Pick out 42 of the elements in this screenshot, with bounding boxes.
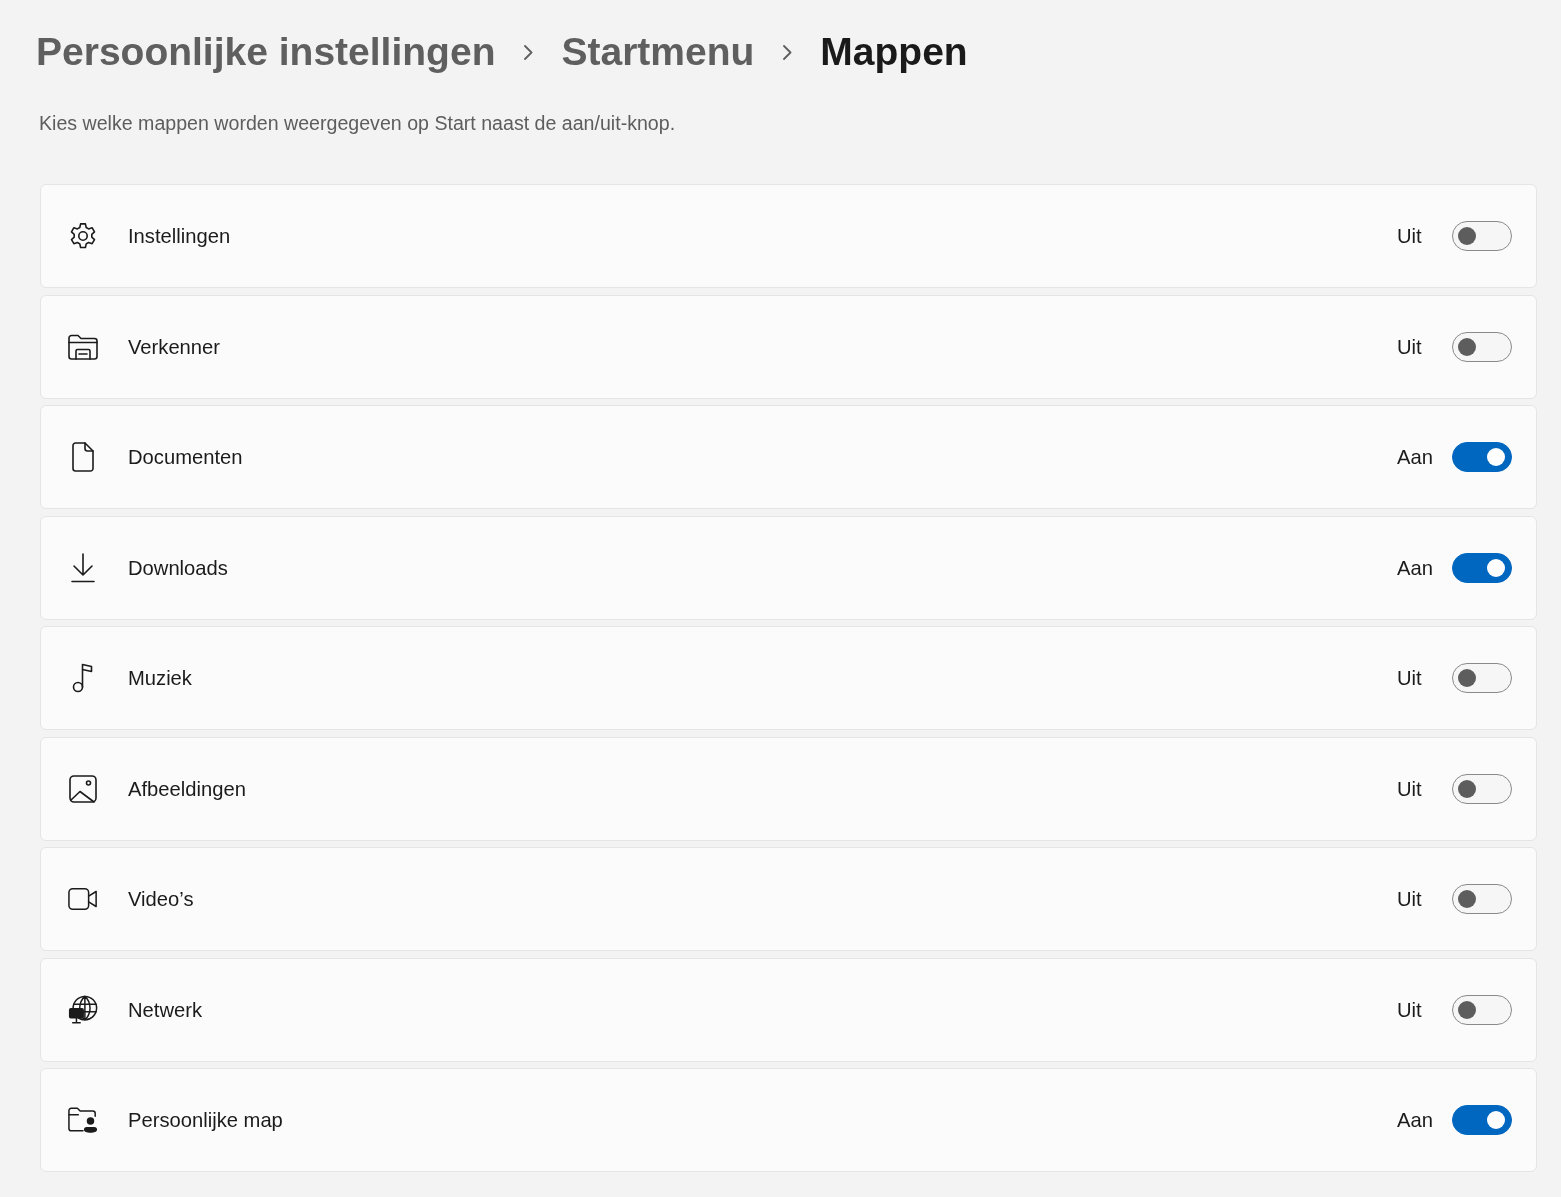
music-note-icon	[72, 663, 94, 693]
setting-label: Video’s	[128, 887, 195, 912]
toggle-state-label: Uit	[1397, 776, 1423, 802]
setting-label: Verkenner	[128, 334, 222, 360]
toggle-switch[interactable]	[1452, 442, 1512, 472]
document-icon	[72, 442, 94, 472]
toggle-state-label: Uit	[1397, 887, 1423, 912]
setting-label: Persoonlijke map	[128, 1108, 284, 1133]
toggle-switch[interactable]	[1452, 331, 1512, 362]
breadcrumb-link[interactable]: Startmenu	[561, 26, 755, 78]
setting-label: Afbeeldingen	[128, 776, 247, 802]
page-description: Kies welke mappen worden weergegeven op Start naast de aan/uit-knop.	[39, 111, 677, 136]
toggle-switch[interactable]	[1452, 663, 1512, 693]
setting-label: Instellingen	[128, 224, 232, 249]
settings-icon	[68, 221, 98, 251]
download-icon	[71, 552, 95, 583]
toggle-state-label: Uit	[1397, 666, 1423, 691]
toggle-switch[interactable]	[1452, 552, 1512, 583]
toggle-state-label: Uit	[1397, 997, 1423, 1023]
breadcrumb-link[interactable]: Persoonlijke instellingen	[36, 26, 496, 78]
video-camera-icon	[68, 887, 98, 911]
toggle-switch[interactable]	[1452, 221, 1512, 251]
setting-label: Netwerk	[128, 997, 204, 1023]
image-icon	[69, 774, 97, 803]
chevron-icon	[783, 44, 793, 60]
toggle-state-label: Aan	[1397, 555, 1434, 581]
toggle-state-label: Aan	[1397, 1108, 1434, 1133]
toggle-switch[interactable]	[1452, 1105, 1512, 1135]
toggle-switch[interactable]	[1452, 994, 1512, 1025]
folder-icon	[68, 333, 98, 360]
folder-person-icon	[68, 1106, 98, 1134]
toggle-state-label: Uit	[1397, 224, 1423, 249]
toggle-switch[interactable]	[1452, 884, 1512, 914]
toggle-state-label: Aan	[1397, 445, 1434, 470]
setting-label: Downloads	[128, 555, 229, 581]
globe-monitor-icon	[68, 994, 98, 1025]
toggle-switch[interactable]	[1452, 773, 1512, 804]
page-title: Mappen	[820, 29, 968, 75]
toggle-state-label: Uit	[1397, 334, 1423, 360]
setting-label: Documenten	[128, 445, 244, 470]
chevron-icon	[524, 44, 534, 60]
setting-label: Muziek	[128, 666, 193, 691]
